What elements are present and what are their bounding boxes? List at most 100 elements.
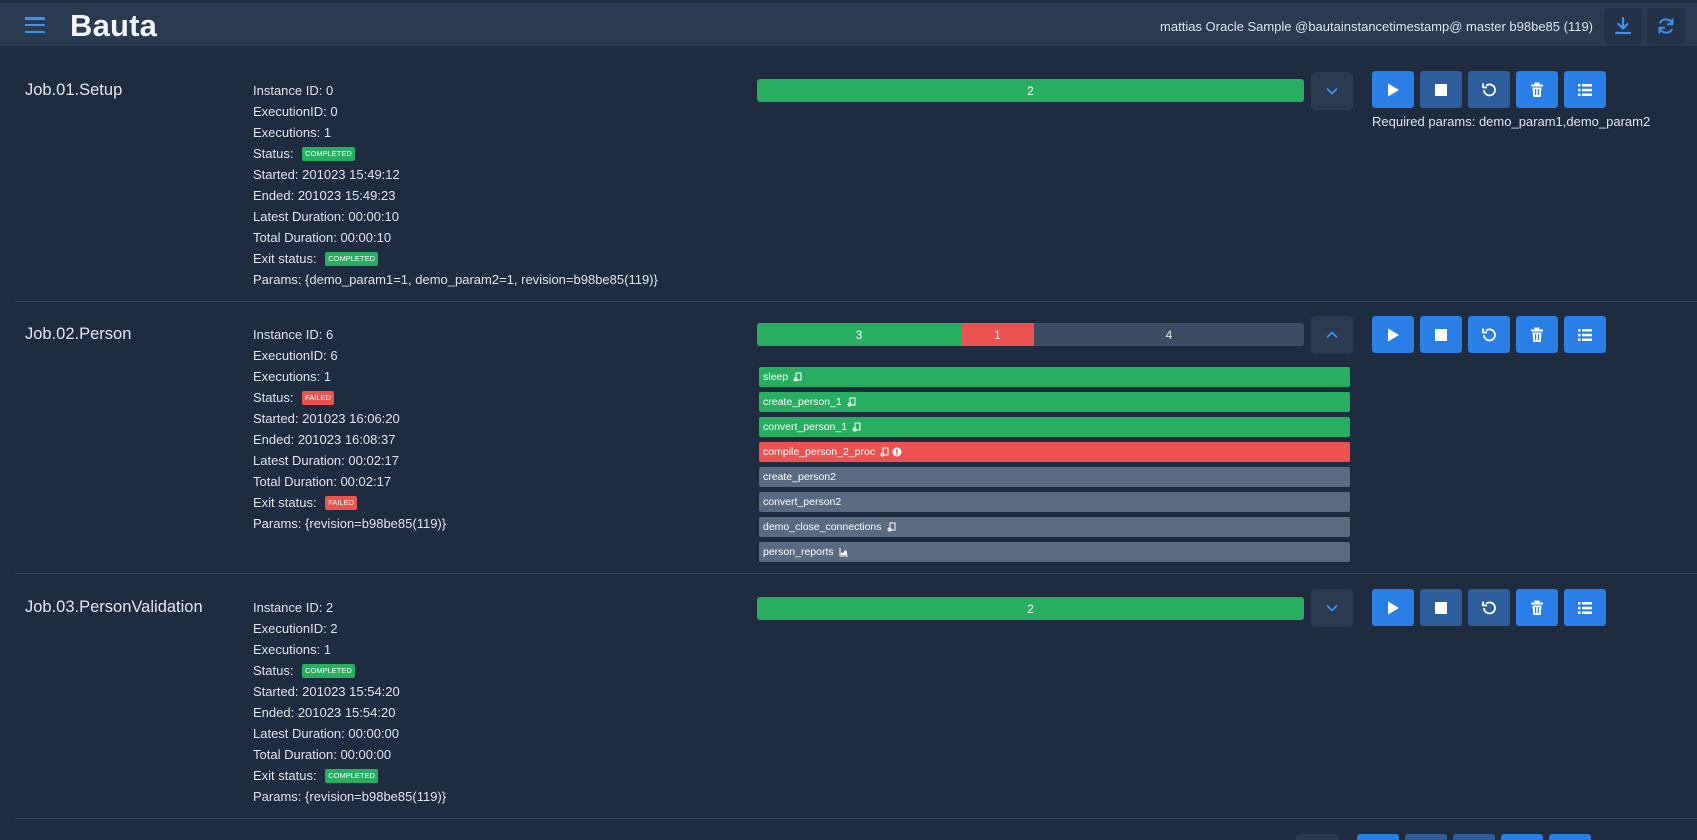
list-icon (1578, 83, 1592, 96)
ended-time: 201023 15:49:23 (297, 188, 396, 203)
job-actions (1357, 834, 1591, 840)
latest-duration: 00:02:17 (348, 453, 400, 468)
total-duration: 00:02:17 (340, 474, 392, 489)
restart-button[interactable] (1468, 71, 1510, 108)
progress-segment-completed: 2 (757, 597, 1304, 620)
log-icon[interactable] (887, 522, 897, 532)
progress-bar: 3 1 4 (757, 323, 1304, 346)
expand-button[interactable] (1311, 589, 1353, 627)
execution-id: 2 (330, 621, 338, 636)
restart-icon (1482, 328, 1496, 341)
expand-button[interactable] (1311, 72, 1353, 110)
trash-icon (1531, 82, 1543, 97)
chevron-up-icon (1326, 331, 1338, 338)
brand-title: Bauta (70, 8, 158, 43)
step-item[interactable]: convert_person_1 (759, 417, 1350, 437)
params: {revision=b98be85(119)} (305, 789, 447, 804)
start-button[interactable] (1372, 71, 1414, 108)
execution-id: 0 (330, 104, 338, 119)
step-item[interactable]: person_reports (759, 542, 1350, 562)
delete-button[interactable] (1516, 589, 1558, 626)
ended-time: 201023 16:08:37 (297, 432, 396, 447)
latest-duration: 00:00:00 (348, 726, 400, 741)
restart-button[interactable] (1453, 834, 1495, 840)
details-button[interactable] (1549, 834, 1591, 840)
stop-icon (1435, 83, 1447, 96)
start-button[interactable] (1372, 316, 1414, 353)
stop-icon (1435, 328, 1447, 341)
started-time: 201023 15:54:20 (302, 684, 400, 699)
stop-button[interactable] (1420, 316, 1462, 353)
log-icon[interactable] (852, 422, 862, 432)
delete-button[interactable] (1516, 316, 1558, 353)
total-duration: 00:00:00 (340, 747, 392, 762)
details-button[interactable] (1564, 71, 1606, 108)
status-badge: COMPLETED (302, 146, 355, 161)
chevron-down-icon (1326, 88, 1338, 95)
step-item[interactable]: create_person2 (759, 467, 1350, 487)
status-badge: FAILED (302, 390, 334, 405)
error-icon[interactable] (892, 447, 902, 457)
menu-icon[interactable] (25, 17, 45, 33)
job-title: Job.01.Setup (25, 81, 123, 99)
stop-button[interactable] (1405, 834, 1447, 840)
download-icon (1614, 16, 1632, 35)
trash-icon (1531, 327, 1543, 342)
progress-segment-pending: 4 (1034, 323, 1304, 346)
step-item[interactable]: compile_person_2_proc (759, 442, 1350, 462)
job-info: Instance ID: 2 ExecutionID: 2 Executions… (253, 600, 447, 804)
latest-duration: 00:00:10 (348, 209, 400, 224)
start-button[interactable] (1372, 589, 1414, 626)
details-button[interactable] (1564, 316, 1606, 353)
job-actions (1372, 589, 1606, 626)
start-button[interactable] (1357, 834, 1399, 840)
log-icon[interactable] (880, 447, 890, 457)
job-actions (1372, 71, 1606, 108)
collapse-button[interactable] (1311, 316, 1353, 354)
log-icon[interactable] (847, 397, 857, 407)
stop-button[interactable] (1420, 71, 1462, 108)
trash-icon (1531, 600, 1543, 615)
job-card: Job.03.PersonValidation Instance ID: 2 E… (15, 574, 1697, 819)
instance-info: mattias Oracle Sample @bautainstancetime… (1160, 19, 1593, 34)
refresh-icon (1658, 18, 1674, 34)
executions: 1 (323, 369, 332, 384)
progress-bar: 2 (757, 79, 1304, 102)
delete-button[interactable] (1501, 834, 1543, 840)
exit-status-badge: FAILED (325, 495, 358, 510)
step-item[interactable]: sleep (759, 367, 1350, 387)
status-badge: COMPLETED (302, 663, 355, 678)
started-time: 201023 16:06:20 (302, 411, 400, 426)
refresh-button[interactable] (1647, 8, 1685, 44)
ended-time: 201023 15:54:20 (297, 705, 396, 720)
job-card: Job.02.Person Instance ID: 6 ExecutionID… (15, 302, 1697, 574)
job-info: Instance ID: 6 ExecutionID: 6 Executions… (253, 327, 447, 531)
download-button[interactable] (1604, 8, 1642, 44)
instance-id: 2 (326, 600, 334, 615)
executions: 1 (323, 125, 332, 140)
details-button[interactable] (1564, 589, 1606, 626)
progress-bar: 2 (757, 597, 1304, 620)
progress-segment-completed: 3 (757, 323, 961, 346)
top-bar: Bauta mattias Oracle Sample @bautainstan… (0, 3, 1697, 46)
step-item[interactable]: convert_person2 (759, 492, 1350, 512)
restart-icon (1482, 601, 1496, 614)
job-title: Job.02.Person (25, 325, 132, 343)
required-params: Required params: demo_param1,demo_param2 (1372, 114, 1651, 129)
progress-segment-failed: 1 (961, 323, 1034, 346)
step-item[interactable]: create_person_1 (759, 392, 1350, 412)
play-icon (1388, 328, 1399, 341)
exit-status-badge: COMPLETED (325, 251, 378, 266)
chart-icon[interactable] (839, 547, 849, 557)
delete-button[interactable] (1516, 71, 1558, 108)
stop-button[interactable] (1420, 589, 1462, 626)
restart-button[interactable] (1468, 589, 1510, 626)
total-duration: 00:00:10 (340, 230, 392, 245)
list-icon (1578, 328, 1592, 341)
step-item[interactable]: demo_close_connections (759, 517, 1350, 537)
log-icon[interactable] (793, 372, 803, 382)
restart-button[interactable] (1468, 316, 1510, 353)
expand-button[interactable] (1296, 834, 1338, 840)
step-list: sleep create_person_1 convert_person_1 c… (759, 367, 1350, 567)
play-icon (1388, 83, 1399, 96)
